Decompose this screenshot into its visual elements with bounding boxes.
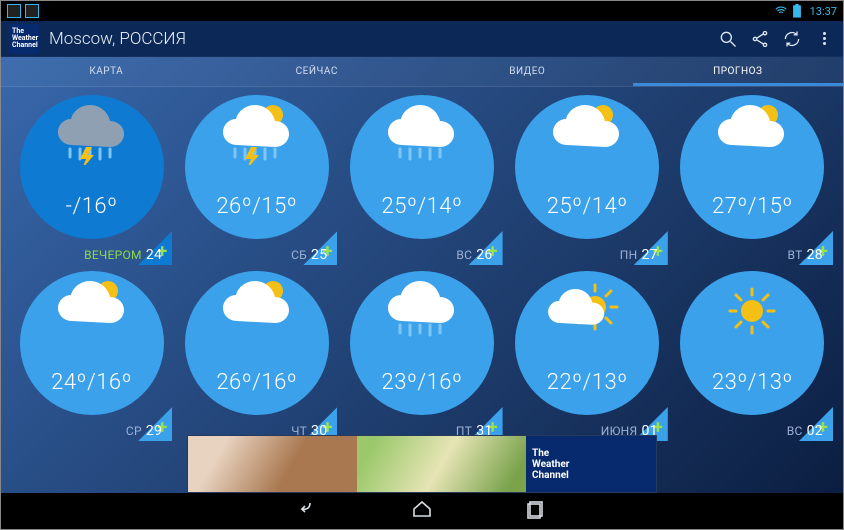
share-icon[interactable] bbox=[749, 28, 771, 50]
forecast-temps: 26º/15º bbox=[216, 194, 297, 219]
forecast-circle: 22º/13º bbox=[515, 271, 659, 415]
day-number: 29 bbox=[146, 423, 162, 439]
day-number: 27 bbox=[641, 247, 657, 263]
tab-map[interactable]: КАРТА bbox=[1, 57, 212, 86]
forecast-card[interactable]: 23º/16º+ПТ31 bbox=[343, 271, 500, 439]
status-left bbox=[7, 4, 39, 18]
day-name: ВТ bbox=[788, 248, 803, 262]
forecast-circle: 23º/13º bbox=[680, 271, 824, 415]
forecast-temps: 25º/14º bbox=[382, 194, 463, 219]
forecast-card[interactable]: 26º/15º+СБ25 bbox=[178, 95, 335, 263]
overflow-menu-icon[interactable] bbox=[813, 28, 835, 50]
forecast-temps: 23º/16º bbox=[382, 370, 463, 395]
day-name: ПН bbox=[620, 248, 638, 262]
sun-cloud-icon bbox=[515, 105, 659, 165]
day-name: СР bbox=[126, 424, 142, 438]
tab-now[interactable]: СЕЙЧАС bbox=[212, 57, 423, 86]
forecast-temps: 23º/13º bbox=[712, 370, 793, 395]
ad-banner[interactable]: The Weather Channel bbox=[187, 435, 657, 493]
forecast-temps: 25º/14º bbox=[547, 194, 628, 219]
day-name: ВС bbox=[456, 248, 472, 262]
screen: 13:37 The Weather Channel Moscow, РОССИЯ… bbox=[1, 1, 843, 529]
wifi-icon bbox=[774, 4, 788, 18]
forecast-card[interactable]: 24º/16º+СР29 bbox=[13, 271, 170, 439]
forecast-day-label: ВТ 28 bbox=[788, 247, 823, 263]
day-number: 26 bbox=[476, 247, 492, 263]
battery-icon bbox=[792, 4, 802, 18]
ad-brand-line: Weather bbox=[532, 459, 569, 470]
forecast-day-label: ВС 26 bbox=[456, 247, 492, 263]
rain-sun-cloud-icon bbox=[185, 105, 329, 165]
forecast-circle: 26º/15º bbox=[185, 95, 329, 239]
tab-video[interactable]: ВИДЕО bbox=[422, 57, 633, 86]
forecast-card[interactable]: 26º/16º+ЧТ30 bbox=[178, 271, 335, 439]
forecast-card[interactable]: 25º/14º+ВС26 bbox=[343, 95, 500, 263]
forecast-temps: 22º/13º bbox=[547, 370, 628, 395]
rain-cloud-icon bbox=[350, 281, 494, 341]
forecast-circle: -/16º bbox=[20, 95, 164, 239]
search-icon[interactable] bbox=[717, 28, 739, 50]
forecast-circle: 25º/14º bbox=[515, 95, 659, 239]
forecast-card[interactable]: 25º/14º+ПН27 bbox=[509, 95, 666, 263]
forecast-circle: 24º/16º bbox=[20, 271, 164, 415]
tab-forecast[interactable]: ПРОГНОЗ bbox=[633, 57, 844, 86]
forecast-temps: 26º/16º bbox=[216, 370, 297, 395]
day-number: 24 bbox=[146, 247, 162, 263]
forecast-grid: -/16º+ВЕЧЕРОМ2426º/15º+СБ2525º/14º+ВС262… bbox=[13, 95, 831, 439]
forecast-circle: 26º/16º bbox=[185, 271, 329, 415]
refresh-icon[interactable] bbox=[781, 28, 803, 50]
forecast-card[interactable]: -/16º+ВЕЧЕРОМ24 bbox=[13, 95, 170, 263]
thunder-rain-cloud-icon bbox=[20, 105, 164, 165]
forecast-day-label: ВС 02 bbox=[787, 423, 823, 439]
sunny-icon bbox=[680, 281, 824, 341]
forecast-card[interactable]: 22º/13º+ИЮНЯ01 bbox=[509, 271, 666, 439]
app-bar: The Weather Channel Moscow, РОССИЯ bbox=[1, 21, 843, 57]
image-icon bbox=[7, 4, 21, 18]
ad-brand: The Weather Channel bbox=[526, 436, 656, 492]
rain-cloud-icon bbox=[350, 105, 494, 165]
nav-recent-icon[interactable] bbox=[524, 497, 548, 525]
thumbnail-icon bbox=[25, 4, 39, 18]
status-right: 13:37 bbox=[774, 4, 837, 18]
ad-brand-line: Channel bbox=[532, 470, 569, 481]
forecast-circle: 27º/15º bbox=[680, 95, 824, 239]
ad-brand-line: The bbox=[532, 448, 549, 459]
app-logo[interactable]: The Weather Channel bbox=[9, 24, 39, 54]
ad-image bbox=[357, 436, 526, 492]
forecast-circle: 23º/16º bbox=[350, 271, 494, 415]
forecast-circle: 25º/14º bbox=[350, 95, 494, 239]
nav-bar bbox=[1, 493, 843, 529]
day-name: ВС bbox=[787, 424, 803, 438]
forecast-day-label: СР 29 bbox=[126, 423, 162, 439]
day-number: 02 bbox=[807, 423, 823, 439]
status-bar: 13:37 bbox=[1, 1, 843, 21]
partly-sunny-icon bbox=[515, 281, 659, 341]
day-number: 25 bbox=[311, 247, 327, 263]
logo-line: Channel bbox=[12, 42, 38, 49]
nav-home-icon[interactable] bbox=[410, 497, 434, 525]
forecast-day-label: СБ 25 bbox=[291, 247, 327, 263]
ad-image bbox=[188, 436, 357, 492]
nav-back-icon[interactable] bbox=[296, 497, 320, 525]
forecast-card[interactable]: 23º/13º+ВС02 bbox=[674, 271, 831, 439]
sun-cloud-icon bbox=[680, 105, 824, 165]
forecast-temps: -/16º bbox=[66, 194, 118, 219]
tabs: КАРТА СЕЙЧАС ВИДЕО ПРОГНОЗ bbox=[1, 57, 843, 87]
sun-cloud-icon bbox=[185, 281, 329, 341]
forecast-day-label: ПН27 bbox=[620, 247, 658, 263]
forecast-day-label: ВЕЧЕРОМ 24 bbox=[84, 247, 162, 263]
forecast-card[interactable]: 27º/15º+ВТ28 bbox=[674, 95, 831, 263]
sun-cloud-icon bbox=[20, 281, 164, 341]
forecast-content: -/16º+ВЕЧЕРОМ2426º/15º+СБ2525º/14º+ВС262… bbox=[1, 87, 843, 439]
day-name: ВЕЧЕРОМ bbox=[84, 248, 142, 262]
forecast-temps: 27º/15º bbox=[712, 194, 793, 219]
day-name: СБ bbox=[291, 248, 307, 262]
status-time: 13:37 bbox=[810, 5, 837, 18]
forecast-temps: 24º/16º bbox=[51, 370, 132, 395]
location-title[interactable]: Moscow, РОССИЯ bbox=[49, 29, 707, 49]
day-number: 28 bbox=[807, 247, 823, 263]
